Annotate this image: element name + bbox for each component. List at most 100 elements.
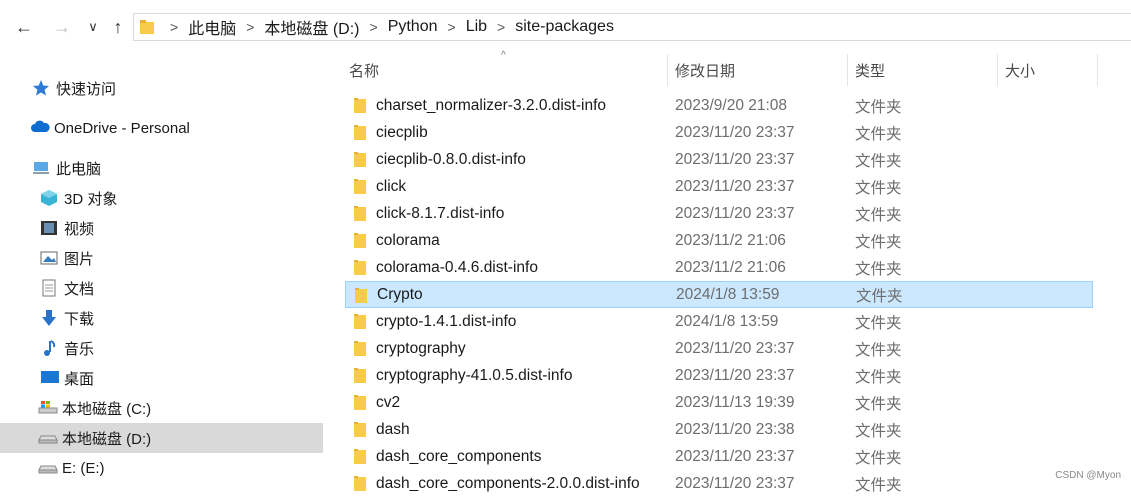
column-header-size[interactable]: 大小 bbox=[1005, 54, 1095, 86]
cube-icon bbox=[40, 189, 58, 207]
sidebar-item-label: OneDrive - Personal bbox=[54, 119, 190, 137]
file-name: click-8.1.7.dist-info bbox=[376, 204, 505, 222]
file-type: 文件夹 bbox=[856, 287, 903, 305]
breadcrumb-separator-icon[interactable]: > bbox=[497, 19, 505, 35]
file-name: cryptography-41.0.5.dist-info bbox=[376, 366, 573, 384]
folder-icon bbox=[140, 20, 154, 34]
file-modified-date: 2023/11/20 23:37 bbox=[675, 447, 795, 465]
sidebar-item-label: 下载 bbox=[64, 310, 95, 328]
column-divider[interactable] bbox=[847, 54, 848, 86]
breadcrumb-item[interactable]: Python bbox=[388, 18, 438, 36]
file-name: crypto-1.4.1.dist-info bbox=[376, 312, 517, 330]
file-modified-date: 2023/11/20 23:37 bbox=[675, 474, 795, 492]
column-divider[interactable] bbox=[667, 54, 668, 86]
sidebar-item-8[interactable]: 下载 bbox=[0, 303, 323, 333]
breadcrumb-item[interactable]: 本地磁盘 (D:) bbox=[264, 15, 359, 39]
address-box[interactable]: > 此电脑 > 本地磁盘 (D:) > Python > Lib > site-packages bbox=[133, 13, 1131, 41]
breadcrumb-item[interactable]: Lib bbox=[466, 18, 487, 36]
download-icon bbox=[40, 309, 58, 327]
file-row[interactable]: dash 2023/11/20 23:38 文件夹 bbox=[345, 416, 1093, 443]
file-type: 文件夹 bbox=[855, 98, 902, 116]
file-row[interactable]: colorama 2023/11/2 21:06 文件夹 bbox=[345, 227, 1093, 254]
file-row[interactable]: ciecplib 2023/11/20 23:37 文件夹 bbox=[345, 119, 1093, 146]
file-modified-date: 2023/11/20 23:37 bbox=[675, 204, 795, 222]
sidebar-item-6[interactable]: 图片 bbox=[0, 243, 323, 273]
breadcrumb-separator-icon[interactable]: > bbox=[170, 19, 178, 35]
document-icon bbox=[40, 279, 58, 297]
file-name: colorama-0.4.6.dist-info bbox=[376, 258, 538, 276]
file-row[interactable]: crypto-1.4.1.dist-info 2024/1/8 13:59 文件夹 bbox=[345, 308, 1093, 335]
breadcrumb-item[interactable]: site-packages bbox=[515, 18, 614, 36]
file-modified-date: 2023/11/2 21:06 bbox=[675, 231, 786, 249]
file-name: ciecplib bbox=[376, 123, 428, 141]
file-row[interactable]: cryptography-41.0.5.dist-info 2023/11/20 … bbox=[345, 362, 1093, 389]
sidebar-item-label: 音乐 bbox=[64, 340, 95, 358]
file-row[interactable]: cryptography 2023/11/20 23:37 文件夹 bbox=[345, 335, 1093, 362]
sidebar-item-2[interactable]: OneDrive - Personal bbox=[0, 113, 323, 143]
column-header-type[interactable]: 类型 bbox=[855, 54, 995, 86]
file-modified-date: 2023/11/20 23:37 bbox=[675, 339, 795, 357]
file-type: 文件夹 bbox=[855, 179, 902, 197]
cloud-icon bbox=[30, 119, 50, 137]
breadcrumb-separator-icon[interactable]: > bbox=[370, 19, 378, 35]
folder-icon bbox=[355, 288, 367, 303]
desktop-icon bbox=[40, 369, 59, 387]
sidebar-item-13[interactable]: E: (E:) bbox=[0, 453, 323, 483]
sidebar-item-label: 此电脑 bbox=[56, 160, 102, 178]
sidebar-item-4[interactable]: 3D 对象 bbox=[0, 183, 323, 213]
sidebar-item-12[interactable]: 本地磁盘 (D:) bbox=[0, 423, 323, 453]
column-header-name[interactable]: 名称 bbox=[349, 54, 667, 86]
file-row[interactable]: colorama-0.4.6.dist-info 2023/11/2 21:06 文… bbox=[345, 254, 1093, 281]
file-modified-date: 2023/11/20 23:38 bbox=[675, 420, 795, 438]
breadcrumb-item[interactable]: 此电脑 bbox=[188, 15, 236, 39]
file-modified-date: 2024/1/8 13:59 bbox=[675, 312, 779, 330]
sidebar-scrollbar[interactable] bbox=[326, 54, 332, 491]
recent-locations-chevron-icon[interactable]: ∨ bbox=[81, 14, 105, 40]
file-modified-date: 2024/1/8 13:59 bbox=[676, 285, 780, 303]
sidebar-item-label: 快速访问 bbox=[56, 80, 117, 98]
sidebar-item-9[interactable]: 音乐 bbox=[0, 333, 323, 363]
file-name: click bbox=[376, 177, 407, 195]
folder-icon bbox=[354, 449, 366, 464]
drive-c-icon bbox=[38, 399, 58, 417]
breadcrumb-separator-icon[interactable]: > bbox=[246, 19, 254, 35]
file-modified-date: 2023/9/20 21:08 bbox=[675, 96, 788, 114]
folder-icon bbox=[354, 395, 366, 410]
sidebar-item-label: 图片 bbox=[64, 250, 95, 268]
folder-icon bbox=[354, 422, 366, 437]
sidebar-item-10[interactable]: 桌面 bbox=[0, 363, 323, 393]
file-type: 文件夹 bbox=[855, 368, 902, 386]
file-row[interactable]: charset_normalizer-3.2.0.dist-info 2023/9… bbox=[345, 92, 1093, 119]
column-divider[interactable] bbox=[997, 54, 998, 86]
sidebar-item-5[interactable]: 视频 bbox=[0, 213, 323, 243]
sidebar-item-7[interactable]: 文档 bbox=[0, 273, 323, 303]
watermark: CSDN @Myon⁠ bbox=[1055, 470, 1121, 481]
file-row[interactable]: click-8.1.7.dist-info 2023/11/20 23:37 文件夹 bbox=[345, 200, 1093, 227]
column-header-modified[interactable]: 修改日期 bbox=[675, 54, 845, 86]
file-row[interactable]: dash_core_components-2.0.0.dist-info 2023… bbox=[345, 470, 1093, 497]
breadcrumb-separator-icon[interactable]: > bbox=[448, 19, 456, 35]
forward-arrow-icon[interactable]: → bbox=[50, 14, 74, 40]
file-row[interactable]: ciecplib-0.8.0.dist-info 2023/11/20 23:37… bbox=[345, 146, 1093, 173]
folder-icon bbox=[354, 179, 366, 194]
folder-icon bbox=[354, 341, 366, 356]
sidebar-item-3[interactable]: 此电脑 bbox=[0, 153, 323, 183]
column-divider[interactable] bbox=[1097, 54, 1098, 86]
sidebar-item-1[interactable]: 快速访问 bbox=[0, 73, 323, 103]
navigation-pane: 快速访问 OneDrive - Personal 此电脑 3D 对象 视频图片文档下载音… bbox=[0, 54, 323, 491]
file-name: dash_core_components bbox=[376, 447, 542, 465]
file-type: 文件夹 bbox=[855, 206, 902, 224]
up-arrow-icon[interactable]: ↑ bbox=[106, 14, 130, 40]
file-row[interactable]: click 2023/11/20 23:37 文件夹 bbox=[345, 173, 1093, 200]
breadcrumb: > 此电脑 > 本地磁盘 (D:) > Python > Lib > site-packages bbox=[160, 15, 614, 39]
sidebar-item-11[interactable]: 本地磁盘 (C:) bbox=[0, 393, 323, 423]
file-modified-date: 2023/11/13 19:39 bbox=[675, 393, 795, 411]
folder-icon bbox=[354, 152, 366, 167]
file-row[interactable]: cv2 2023/11/13 19:39 文件夹 bbox=[345, 389, 1093, 416]
file-type: 文件夹 bbox=[855, 314, 902, 332]
file-row[interactable]: Crypto 2024/1/8 13:59 文件夹 bbox=[345, 281, 1093, 308]
file-row[interactable]: dash_core_components 2023/11/20 23:37 文件夹 bbox=[345, 443, 1093, 470]
back-arrow-icon[interactable]: ← bbox=[12, 14, 36, 40]
file-type: 文件夹 bbox=[855, 152, 902, 170]
file-type: 文件夹 bbox=[855, 125, 902, 143]
